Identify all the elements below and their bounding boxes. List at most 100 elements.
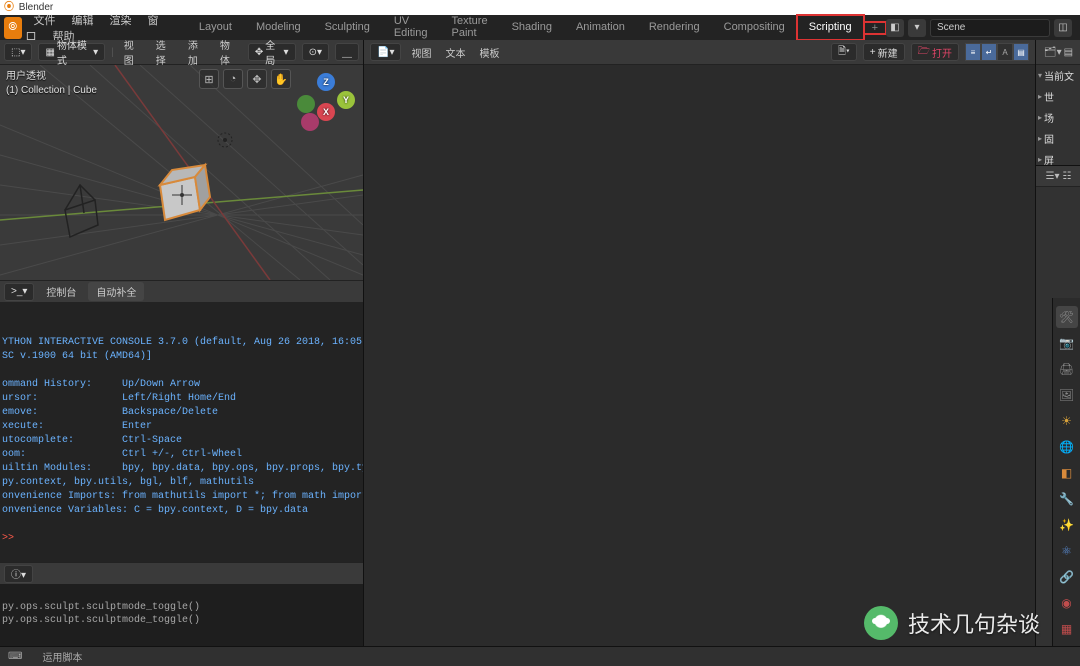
console-editor-type-icon[interactable]: >_▾ [4, 283, 34, 301]
move-view-icon[interactable]: ✥ [247, 69, 267, 89]
prop-tab-texture[interactable]: ▦ [1056, 618, 1078, 640]
new-text-button[interactable]: + 新建 [863, 43, 905, 61]
prop-tab-output[interactable]: 🖨 [1056, 358, 1078, 380]
top-menubar: ⦾ 文件编辑渲染窗口帮助 LayoutModelingSculptingUV E… [0, 15, 1080, 40]
outliner-header: 🗂▾ ▤ [1036, 40, 1080, 65]
snap-toggle[interactable]: ⸏ [335, 43, 359, 61]
workspace-tab-modeling[interactable]: Modeling [244, 15, 313, 40]
properties-pin-icon[interactable]: ☷ [1063, 171, 1072, 182]
xray-toggle-icon[interactable]: ◔ [223, 69, 243, 89]
outliner-row-item[interactable]: ▸固 [1036, 128, 1080, 149]
console-menu-console[interactable]: 控制台 [42, 284, 80, 299]
add-workspace-button[interactable]: + [864, 22, 886, 34]
hand-pan-icon[interactable]: ✋ [271, 69, 291, 89]
workspace-tab-sculpting[interactable]: Sculpting [313, 15, 382, 40]
properties-header: ☰▾ ☷ [1036, 165, 1080, 187]
viewport-menu-view[interactable]: 视图 [120, 40, 146, 67]
mode-select[interactable]: ▦ 物体模式 ▾ [38, 43, 105, 61]
pivot-select[interactable]: ⊙▾ [302, 43, 329, 61]
workspace-tab-texture-paint[interactable]: Texture Paint [439, 15, 499, 40]
outliner-body[interactable]: ▾当前文 ▸世 ▸场 ▸固 ▸屏 [1036, 65, 1080, 165]
workspace-tab-compositing[interactable]: Compositing [712, 15, 797, 40]
viewport-active-object: (1) Collection | Cube [6, 84, 97, 98]
orientation-label: 全局 [265, 40, 281, 67]
gizmo-axis-neg[interactable] [297, 95, 315, 113]
prop-tab-physics[interactable]: ⚛ [1056, 540, 1078, 562]
scene-name-label: Scene [937, 22, 965, 33]
info-header: ⓘ▾ [0, 562, 363, 584]
info-editor-type-icon[interactable]: ⓘ▾ [4, 565, 33, 583]
prop-tab-viewlayer[interactable]: 🖼 [1056, 384, 1078, 406]
orientation-select[interactable]: ✥ 全局 ▾ [248, 43, 296, 61]
viewport-overlay-label: 用户透视 (1) Collection | Cube [6, 70, 97, 98]
texteditor-menu-templates[interactable]: 模板 [475, 45, 503, 60]
properties-type-icon[interactable]: ☰▾ [1046, 171, 1060, 182]
python-console[interactable]: YTHON INTERACTIVE CONSOLE 3.7.0 (default… [0, 302, 363, 562]
texteditor-menu-view[interactable]: 视图 [407, 45, 435, 60]
texteditor-type-icon[interactable]: 📄▾ [370, 43, 401, 61]
menu-文件[interactable]: 文件 [26, 15, 64, 27]
status-keymap-icon: ⌨ [8, 651, 22, 662]
prop-tab-scene[interactable]: ☀ [1056, 410, 1078, 432]
toggle-linenumbers-icon[interactable]: ≡ [965, 43, 981, 61]
viewport-menu-select[interactable]: 选择 [152, 40, 178, 67]
console-header: >_▾ 控制台 自动补全 [0, 280, 363, 302]
toggle-wordwrap-icon[interactable]: ↵ [981, 43, 997, 61]
toggle-syntax-icon[interactable]: A [997, 43, 1013, 61]
scene-layers-icon[interactable]: ◧ [886, 19, 904, 37]
scene-name-field[interactable]: Scene [930, 19, 1050, 37]
gizmo-axis-y[interactable]: Y [337, 91, 355, 109]
open-text-button[interactable]: 🗁 打开 [911, 43, 959, 61]
outliner-row-item[interactable]: ▸场 [1036, 107, 1080, 128]
editor-type-icon[interactable]: ⬚▾ [4, 43, 32, 61]
scene-browse-icon[interactable]: ◫ [1054, 19, 1072, 37]
menu-渲染[interactable]: 渲染 [102, 15, 140, 27]
prop-tab-render[interactable]: 📷 [1056, 332, 1078, 354]
prop-tab-world[interactable]: 🌐 [1056, 436, 1078, 458]
workspace-tab-shading[interactable]: Shading [500, 15, 564, 40]
status-scene-stats: 运用脚本 [42, 649, 82, 664]
workspace-tabs: LayoutModelingSculptingUV EditingTexture… [187, 15, 864, 40]
console-autocomplete-button[interactable]: 自动补全 [88, 282, 144, 301]
overlays-toggle-icon[interactable]: ⊞ [199, 69, 219, 89]
prop-tab-particles[interactable]: ✨ [1056, 514, 1078, 536]
text-editor-body[interactable] [364, 65, 1035, 666]
prop-tab-modifier[interactable]: 🔧 [1056, 488, 1078, 510]
gizmo-axis-neg2[interactable] [301, 113, 319, 131]
blender-logo-glyph: ⦿ [4, 2, 14, 13]
prop-tab-material[interactable]: ◉ [1056, 592, 1078, 614]
outliner-filter-icon[interactable]: ▤ [1064, 47, 1073, 58]
prop-tab-tool[interactable]: 🛠 [1056, 306, 1078, 328]
outliner-type-icon[interactable]: 🗂▾ [1044, 47, 1062, 58]
prop-tab-object[interactable]: ◧ [1056, 462, 1078, 484]
workspace-tab-scripting[interactable]: Scripting [797, 15, 864, 40]
outliner-item-label: 场 [1044, 110, 1054, 125]
texteditor-menu-text[interactable]: 文本 [441, 45, 469, 60]
prop-tab-constraints[interactable]: 🔗 [1056, 566, 1078, 588]
outliner-row-root[interactable]: ▾当前文 [1036, 65, 1080, 86]
mode-label: 物体模式 [57, 40, 91, 67]
viewport-menu-object[interactable]: 物体 [216, 40, 242, 67]
gizmo-axis-z[interactable]: Z [317, 73, 335, 91]
workspace-tab-animation[interactable]: Animation [564, 15, 637, 40]
scene-dropdown-icon[interactable]: ▾ [908, 19, 926, 37]
workspace-tab-uv-editing[interactable]: UV Editing [382, 15, 440, 40]
navigation-gizmo[interactable]: Z Y X [297, 73, 355, 131]
blender-icon[interactable]: ⦾ [4, 17, 22, 39]
menu-编辑[interactable]: 编辑 [64, 15, 102, 27]
workspace-tab-rendering[interactable]: Rendering [637, 15, 712, 40]
info-log[interactable]: py.ops.sculpt.sculptmode_toggle() py.ops… [0, 584, 363, 646]
scene-selector: ◧ ▾ Scene ◫ [886, 19, 1072, 37]
workspace-tab-layout[interactable]: Layout [187, 15, 244, 40]
viewport-menu-add[interactable]: 添加 [184, 40, 210, 67]
left-column: ⬚▾ ▦ 物体模式 ▾ | 视图 选择 添加 物体 ✥ 全局 ▾ ⊙▾ ⸏ [0, 40, 363, 666]
gizmo-axis-x[interactable]: X [317, 103, 335, 121]
viewport-canvas[interactable]: 用户透视 (1) Collection | Cube ⊞ ◔ ✥ ✋ Z Y X [0, 65, 363, 280]
outliner-item-label: 屏 [1044, 152, 1054, 167]
viewport-view-name: 用户透视 [6, 70, 97, 84]
toggle-margin-icon[interactable]: ▤ [1013, 43, 1029, 61]
text-datablock-icon[interactable]: 🗎▾ [831, 43, 857, 61]
3d-viewport[interactable]: ⬚▾ ▦ 物体模式 ▾ | 视图 选择 添加 物体 ✥ 全局 ▾ ⊙▾ ⸏ [0, 40, 363, 280]
outliner-row-item[interactable]: ▸世 [1036, 86, 1080, 107]
outliner-item-label: 世 [1044, 89, 1054, 104]
